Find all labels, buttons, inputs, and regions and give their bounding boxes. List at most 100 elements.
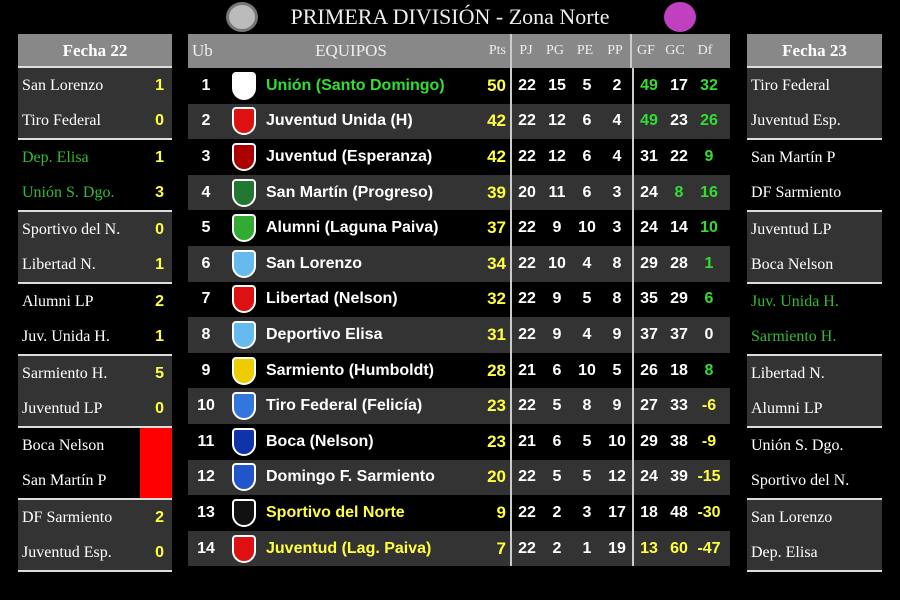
stat-pe: 6 xyxy=(582,147,592,165)
team-away: Alumni LP xyxy=(747,391,882,426)
team-home: Dep. Elisa 1 xyxy=(18,140,172,175)
stat-pp: 9 xyxy=(612,325,622,343)
fixture-next: Fecha 23 Tiro Federal Juventud Esp. San Ma… xyxy=(747,34,882,572)
match: Libertad N. Alumni LP xyxy=(747,356,882,428)
stat-pj: 22 xyxy=(518,539,536,557)
stat-pg: 11 xyxy=(548,183,566,201)
team-name: Deportivo Elisa xyxy=(266,325,383,343)
stat-pe: 5 xyxy=(582,290,592,308)
stat-pg: 12 xyxy=(548,147,566,165)
position: 9 xyxy=(201,361,211,379)
page-title: PRIMERA DIVISIÓN - Zona Norte xyxy=(290,4,610,29)
away-team-name: Tiro Federal xyxy=(22,112,101,129)
away-team-name: Juventud Esp. xyxy=(22,544,112,561)
stat-pe: 4 xyxy=(582,254,592,272)
away-score: 0 xyxy=(155,112,164,129)
stat-gf: 24 xyxy=(640,219,658,237)
crest-icon xyxy=(232,463,256,492)
stat-pj: 22 xyxy=(518,254,536,272)
table-row: 11 Boca (Nelson) 23 21 6 5 10 29 38 -9 xyxy=(188,423,730,460)
stat-gf: 49 xyxy=(640,112,658,130)
stat-gc: 29 xyxy=(670,290,688,308)
crest-icon xyxy=(232,320,256,349)
stat-pj: 21 xyxy=(518,432,536,450)
crest-icon xyxy=(232,534,256,563)
stat-pj: 22 xyxy=(518,76,536,94)
stat-pp: 4 xyxy=(612,112,622,130)
team-crest xyxy=(224,392,264,421)
team-name: San Martín (Progreso) xyxy=(266,183,434,201)
team-home: Sportivo del N. 0 xyxy=(18,212,172,247)
table-row: 12 Domingo F. Sarmiento 20 22 5 5 12 24 39 -15 xyxy=(188,459,730,496)
table-header: Ub EQUIPOS Pts PJ PG PE PP GF GC Df xyxy=(188,34,730,68)
position: 5 xyxy=(201,219,211,237)
team-crest xyxy=(224,463,264,492)
column-header: EQUIPOS xyxy=(315,41,387,60)
table-row: 4 San Martín (Progreso) 39 20 11 6 3 24 8 16 xyxy=(188,174,730,211)
position: 3 xyxy=(201,147,211,165)
column-header: PJ xyxy=(510,34,540,68)
stat-gf: 49 xyxy=(640,76,658,94)
home-score: 2 xyxy=(155,509,164,526)
team-name: Domingo F. Sarmiento xyxy=(266,468,435,486)
stat-pp: 8 xyxy=(612,254,622,272)
stat-pp: 3 xyxy=(612,219,622,237)
stat-pe: 4 xyxy=(582,325,592,343)
crest-icon xyxy=(232,285,256,314)
stat-pe: 8 xyxy=(582,397,592,415)
table-row: 5 Alumni (Laguna Paiva) 37 22 9 10 3 24 14 10 xyxy=(188,210,730,246)
home-score: 0 xyxy=(155,221,164,238)
points: 42 xyxy=(487,111,506,131)
stat-pg: 9 xyxy=(552,290,562,308)
stat-pg: 5 xyxy=(552,468,562,486)
column-header: GF xyxy=(630,34,660,68)
stat-pe: 5 xyxy=(582,432,592,450)
home-team-name: Tiro Federal xyxy=(751,77,830,94)
table-row: 8 Deportivo Elisa 31 22 9 4 9 37 37 0 xyxy=(188,317,730,353)
crest-icon xyxy=(232,356,256,385)
team-home: Juv. Unida H. xyxy=(747,284,882,319)
home-score: 1 xyxy=(155,77,164,94)
team-crest xyxy=(224,71,264,100)
crest-icon xyxy=(232,142,256,171)
team-name: Sportivo del Norte xyxy=(266,503,405,521)
stat-df: 9 xyxy=(704,147,714,165)
stat-pg: 5 xyxy=(552,397,562,415)
stat-pj: 22 xyxy=(518,468,536,486)
stat-df: 1 xyxy=(704,254,714,272)
stat-pj: 22 xyxy=(518,397,536,415)
home-team-name: Alumni LP xyxy=(22,293,94,310)
stat-gc: 33 xyxy=(670,397,688,415)
stat-df: 8 xyxy=(704,361,714,379)
fixture-header: Fecha 22 xyxy=(18,34,172,68)
stat-pj: 22 xyxy=(518,290,536,308)
match: Sarmiento H. 5 Juventud LP 0 xyxy=(18,356,172,428)
team-crest xyxy=(224,285,264,314)
team-home: Unión S. Dgo. xyxy=(747,428,882,463)
stat-df: -6 xyxy=(701,397,717,415)
team-home: DF Sarmiento 2 xyxy=(18,500,172,535)
stat-pp: 5 xyxy=(612,361,622,379)
position: 12 xyxy=(197,468,215,486)
team-crest xyxy=(224,498,264,527)
column-header: Pts xyxy=(488,43,506,58)
home-team-name: Dep. Elisa xyxy=(22,149,89,166)
table-row: 10 Tiro Federal (Felicía) 23 22 5 8 9 27 33 -6 xyxy=(188,388,730,424)
stat-pp: 17 xyxy=(608,503,626,521)
stat-pp: 8 xyxy=(612,290,622,308)
stat-pg: 9 xyxy=(552,325,562,343)
away-score: 0 xyxy=(155,544,164,561)
table-row: 13 Sportivo del Norte 9 22 2 3 17 18 48 -30 xyxy=(188,495,730,531)
team-away: Boca Nelson xyxy=(747,247,882,282)
crest-icon xyxy=(232,71,256,100)
team-away: Juventud Esp. 0 xyxy=(18,535,172,570)
stat-df: 16 xyxy=(700,183,718,201)
stat-pg: 2 xyxy=(552,503,562,521)
points: 50 xyxy=(487,75,506,95)
team-home: San Lorenzo xyxy=(747,500,882,535)
crest-icon xyxy=(232,498,256,527)
match: San Lorenzo Dep. Elisa xyxy=(747,500,882,572)
stat-gc: 37 xyxy=(670,325,688,343)
stat-gf: 13 xyxy=(640,539,658,557)
points: 20 xyxy=(487,467,506,487)
